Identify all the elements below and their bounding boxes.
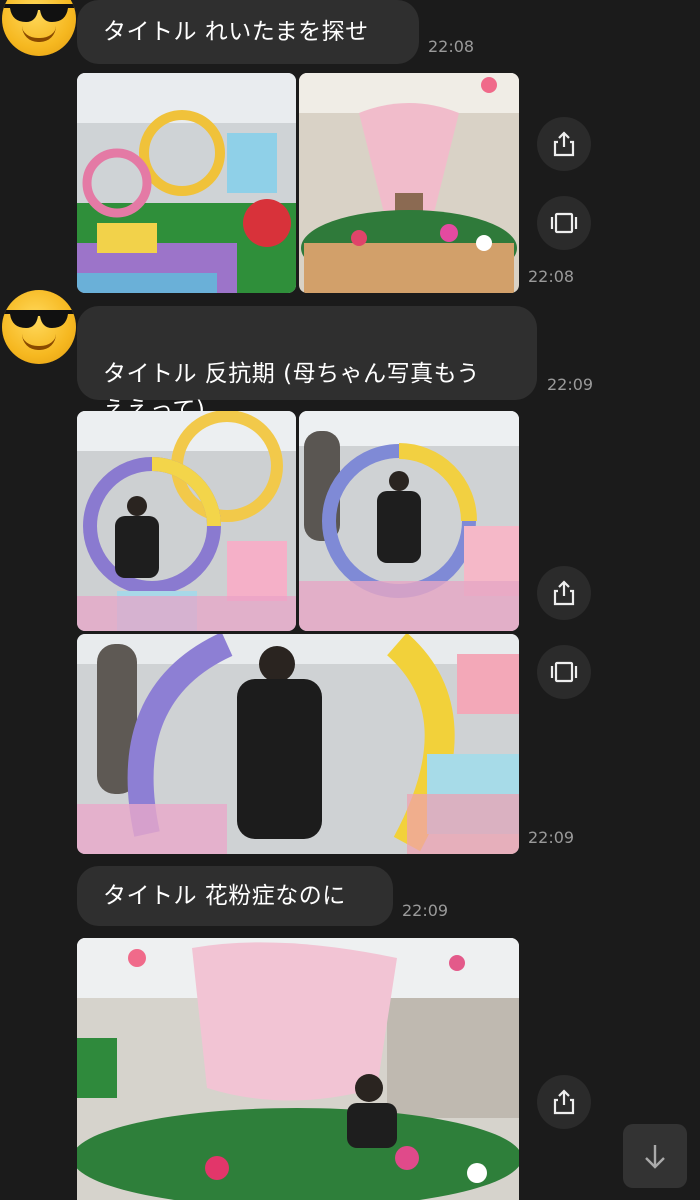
photo-thumbnail[interactable] [77, 938, 519, 1200]
carousel-icon [550, 661, 578, 683]
photo-thumbnail[interactable] [299, 73, 519, 293]
message-timestamp: 22:09 [547, 375, 594, 394]
message-bubble[interactable]: タイトル 花粉症なのに [77, 866, 393, 926]
photo-thumbnail[interactable] [77, 634, 519, 854]
photo-thumbnail[interactable] [299, 411, 519, 631]
message-text: タイトル れいたまを探せ [103, 19, 369, 45]
message-timestamp: 22:09 [528, 828, 575, 847]
message-timestamp: 22:08 [528, 267, 575, 286]
share-icon [553, 1089, 575, 1115]
photo-thumbnail[interactable] [77, 73, 296, 293]
arrow-down-icon [645, 1145, 665, 1169]
message-bubble[interactable]: タイトル れいたまを探せ [77, 0, 419, 64]
sender-avatar[interactable] [2, 0, 76, 56]
share-icon [553, 131, 575, 157]
carousel-button[interactable] [537, 196, 591, 250]
message-timestamp: 22:08 [428, 37, 475, 56]
share-button[interactable] [537, 117, 591, 171]
carousel-button[interactable] [537, 645, 591, 699]
message-timestamp: 22:09 [402, 901, 449, 920]
share-button[interactable] [537, 1075, 591, 1129]
photo-thumbnail[interactable] [77, 411, 296, 631]
message-bubble[interactable]: タイトル 反抗期 (母ちゃん写真もう ええって) [77, 306, 537, 423]
share-button[interactable] [537, 566, 591, 620]
carousel-icon [550, 212, 578, 234]
share-icon [553, 580, 575, 606]
sender-avatar[interactable] [2, 290, 76, 364]
message-text: タイトル 花粉症なのに [103, 883, 346, 909]
scroll-to-bottom-button[interactable] [623, 1124, 687, 1188]
